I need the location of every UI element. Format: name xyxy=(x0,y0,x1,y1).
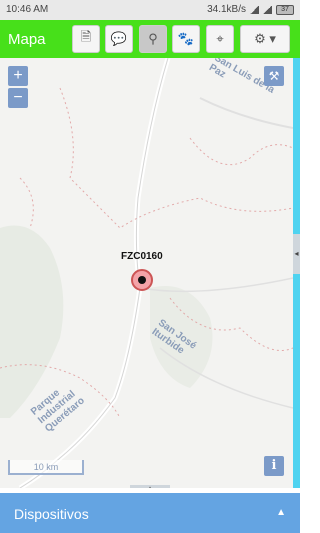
side-panel-handle[interactable]: ◂ xyxy=(293,234,300,274)
wifi-icon xyxy=(263,5,272,14)
device-marker[interactable] xyxy=(131,269,153,291)
document-icon: 🗎 xyxy=(80,29,92,44)
map-frame: San Luis de la Paz San José Iturbide Par… xyxy=(0,58,300,488)
settings-dropdown-button[interactable]: ⚙ ▾ xyxy=(240,25,290,53)
document-button[interactable]: 🗎 xyxy=(72,25,100,53)
zoom-in-button[interactable]: + xyxy=(8,66,28,86)
battery-icon: 37 xyxy=(276,4,294,15)
app-bar: Mapa 🗎 💬 ⚲ 🐾 ⌖ ⚙ ▾ xyxy=(0,20,300,58)
crosshair-icon: ⌖ xyxy=(216,31,224,46)
status-right: 34.1kB/s 37 xyxy=(207,4,294,15)
marker-label: FZC0160 xyxy=(121,251,163,262)
marker-dot xyxy=(138,276,146,284)
signal-icon xyxy=(250,5,259,14)
network-speed: 34.1kB/s xyxy=(207,4,246,15)
devices-label: Dispositivos xyxy=(14,506,89,522)
status-time: 10:46 AM xyxy=(6,4,49,15)
chat-button[interactable]: 💬 xyxy=(105,25,133,53)
chat-icon: 💬 xyxy=(110,31,128,46)
gear-icon: ⚙ ▾ xyxy=(254,31,276,46)
map-pin-button[interactable]: ⚲ xyxy=(139,25,167,53)
chevron-up-icon: ▲ xyxy=(276,507,286,518)
devices-panel-header[interactable]: Dispositivos ▲ xyxy=(0,493,300,533)
scale-bar: 10 km xyxy=(8,460,84,475)
info-button[interactable]: i xyxy=(264,456,284,476)
map-pin-icon: ⚲ xyxy=(148,31,158,46)
zoom-out-button[interactable]: − xyxy=(8,88,28,108)
paw-button[interactable]: 🐾 xyxy=(172,25,200,53)
app-title: Mapa xyxy=(8,31,46,48)
bottom-panel-handle[interactable]: ▴ xyxy=(130,485,170,488)
status-bar: 10:46 AM 34.1kB/s 37 xyxy=(0,0,300,20)
crosshair-button[interactable]: ⌖ xyxy=(206,25,234,53)
map[interactable]: San Luis de la Paz San José Iturbide Par… xyxy=(0,58,293,488)
hammer-icon[interactable]: ⚒ xyxy=(264,66,284,86)
paw-icon: 🐾 xyxy=(177,31,195,46)
